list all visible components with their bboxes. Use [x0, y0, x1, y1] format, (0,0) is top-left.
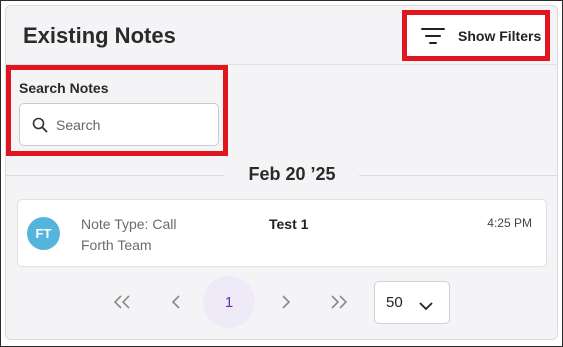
avatar: FT [27, 217, 60, 250]
note-time: 4:25 PM [487, 216, 532, 230]
note-team: Forth Team [81, 237, 152, 253]
page-title: Existing Notes [23, 23, 176, 48]
note-title: Test 1 [269, 216, 309, 232]
page-number-button[interactable]: 1 [203, 276, 255, 328]
previous-page-button[interactable] [156, 282, 196, 322]
divider-line [6, 175, 224, 176]
search-notes-section: Search Notes [6, 65, 228, 156]
note-list-item[interactable]: FT Note Type: Call Forth Team Test 1 4:2… [17, 199, 547, 267]
double-chevron-left-icon [113, 295, 130, 309]
pagination: 1 50 [6, 276, 557, 328]
existing-notes-panel: Existing Notes Show Filters Search Notes [5, 5, 558, 340]
divider-line [359, 175, 557, 176]
last-page-button[interactable] [319, 282, 359, 322]
search-field[interactable] [19, 103, 219, 146]
show-filters-button[interactable]: Show Filters [402, 10, 550, 61]
double-chevron-right-icon [331, 295, 348, 309]
search-input[interactable] [54, 115, 208, 134]
chevron-down-icon [419, 298, 433, 311]
first-page-button[interactable] [102, 282, 142, 322]
chevron-left-icon [171, 295, 180, 309]
note-type: Note Type: Call [81, 216, 177, 232]
chevron-right-icon [282, 295, 291, 309]
show-filters-label: Show Filters [458, 27, 542, 44]
app-frame: Existing Notes Show Filters Search Notes [0, 0, 563, 347]
search-icon [32, 117, 48, 133]
panel-header: Existing Notes Show Filters [6, 6, 557, 65]
date-group-heading: Feb 20 ’25 [248, 164, 336, 184]
filter-lines-icon [421, 26, 445, 46]
per-page-select[interactable]: 50 [374, 281, 450, 324]
per-page-value: 50 [386, 294, 403, 311]
next-page-button[interactable] [266, 282, 306, 322]
search-notes-label: Search Notes [19, 80, 109, 96]
date-separator: Feb 20 ’25 [6, 164, 557, 186]
